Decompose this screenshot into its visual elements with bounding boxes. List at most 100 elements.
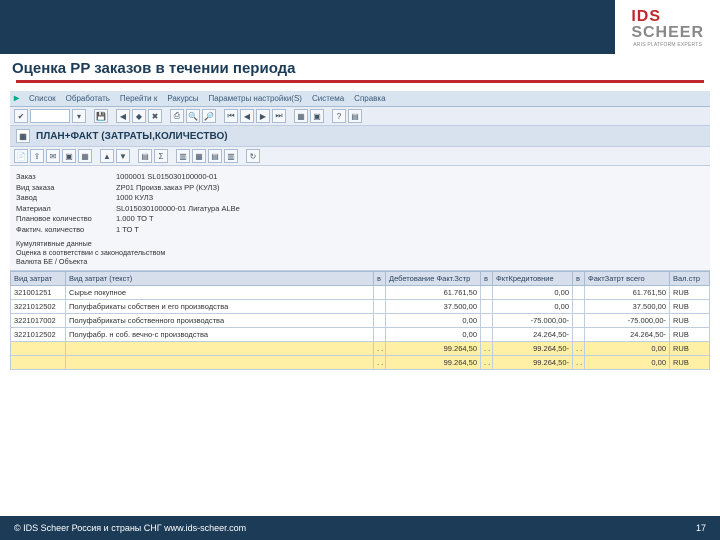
detail-row: Вид заказаZP01 Произв.заказ PP (КУЛЗ) <box>16 183 704 192</box>
export-icon[interactable]: ⇪ <box>30 149 44 163</box>
help-icon[interactable]: ? <box>332 109 346 123</box>
table-row[interactable]: 321001251Сырье покупное61.761,500,0061.7… <box>11 285 710 299</box>
table-cell: RUB <box>670 285 710 299</box>
save-icon[interactable]: 💾 <box>94 109 108 123</box>
table-cell: 0,00 <box>493 285 573 299</box>
menu-help[interactable]: Справка <box>354 94 385 103</box>
table-cell <box>481 299 493 313</box>
last-page-icon[interactable]: ⏭ <box>272 109 286 123</box>
detail-value: 1.000 ТО Т <box>116 214 704 223</box>
table-row[interactable]: . .99.264,50. .99.264,50-. .0,00RUB <box>11 341 710 355</box>
command-input[interactable] <box>30 109 70 123</box>
col-icon[interactable]: ▦ <box>78 149 92 163</box>
detail-row: МатериалSL015030100000-01 Лигатура ALBe <box>16 204 704 213</box>
menu-goto[interactable]: Перейти к <box>120 94 157 103</box>
slide-footer: © IDS Scheer Россия и страны СНГ www.ids… <box>0 516 720 540</box>
col-header[interactable]: Вид затрат (текст) <box>66 271 374 285</box>
logo-text-1: IDS <box>631 8 661 25</box>
col-header[interactable]: Дебетование Факт.Зстр <box>386 271 481 285</box>
cumulative-block: Кумулятивные данные Оценка в соответстви… <box>16 239 704 266</box>
section-title: ▦ ПЛАН+ФАКТ (ЗАТРАТЫ,КОЛИЧЕСТВО) <box>10 126 710 146</box>
table-cell: 24.264,50- <box>493 327 573 341</box>
cum-line2: Оценка в соответствии с законодательство… <box>16 248 704 257</box>
logo-tagline: ARIS PLATFORM EXPERTS <box>633 42 702 48</box>
filter-icon[interactable]: ▤ <box>138 149 152 163</box>
table-cell: . . <box>374 341 386 355</box>
col-header[interactable]: ФактЗатрт всего <box>585 271 670 285</box>
detail-label: Вид заказа <box>16 183 116 192</box>
chart-icon[interactable]: ▥ <box>176 149 190 163</box>
sort-asc-icon[interactable]: ▲ <box>100 149 114 163</box>
next-page-icon[interactable]: ▶ <box>256 109 270 123</box>
detail-row: Завод1000 КУЛЗ <box>16 193 704 202</box>
detail-row: Фактич. количество1 ТО Т <box>16 225 704 234</box>
table-cell: 61.761,50 <box>585 285 670 299</box>
detail-value: 1000001 SL015030100000-01 <box>116 172 704 181</box>
doc-icon[interactable]: 📄 <box>14 149 28 163</box>
find-next-icon[interactable]: 🔎 <box>202 109 216 123</box>
col-header[interactable]: Вид затрат <box>11 271 66 285</box>
table-cell: . . <box>481 355 493 369</box>
print-icon[interactable]: ⎙ <box>170 109 184 123</box>
dropdown-icon[interactable]: ▾ <box>72 109 86 123</box>
menu-edit[interactable]: Обработать <box>66 94 110 103</box>
table-row[interactable]: 3221012502Полуфабр. н соб. вечно-c произ… <box>11 327 710 341</box>
table-cell: RUB <box>670 327 710 341</box>
table-cell: -75.000,00- <box>493 313 573 327</box>
detail-label: Завод <box>16 193 116 202</box>
col-header[interactable]: в <box>374 271 386 285</box>
detail-icon[interactable]: ▣ <box>62 149 76 163</box>
menu-settings[interactable]: Параметры настройки(S) <box>209 94 302 103</box>
table-row[interactable]: 3221017002Полуфабрикаты собственного про… <box>11 313 710 327</box>
menu-system[interactable]: Система <box>312 94 344 103</box>
col-header[interactable]: Вал.стр <box>670 271 710 285</box>
grid-icon[interactable]: ▦ <box>192 149 206 163</box>
col-header[interactable]: в <box>573 271 585 285</box>
col-header[interactable]: в <box>481 271 493 285</box>
table-cell: Полуфабр. н соб. вечно-c производства <box>66 327 374 341</box>
prev-page-icon[interactable]: ◀ <box>240 109 254 123</box>
new-session-icon[interactable]: ▦ <box>294 109 308 123</box>
find-icon[interactable]: 🔍 <box>186 109 200 123</box>
cum-line3: Валюта БЕ / Объекта <box>16 257 704 266</box>
mail-icon[interactable]: ✉ <box>46 149 60 163</box>
back-icon[interactable]: ◀ <box>116 109 130 123</box>
detail-label: Фактич. количество <box>16 225 116 234</box>
table-cell <box>374 327 386 341</box>
col3-icon[interactable]: ▥ <box>224 149 238 163</box>
shortcut-icon[interactable]: ▣ <box>310 109 324 123</box>
sum-icon[interactable]: Σ <box>154 149 168 163</box>
refresh-icon[interactable]: ↻ <box>246 149 260 163</box>
table-cell <box>374 299 386 313</box>
col2-icon[interactable]: ▤ <box>208 149 222 163</box>
exit-icon[interactable]: ◆ <box>132 109 146 123</box>
section-title-text: ПЛАН+ФАКТ (ЗАТРАТЫ,КОЛИЧЕСТВО) <box>36 131 228 142</box>
first-page-icon[interactable]: ⏮ <box>224 109 238 123</box>
table-cell: RUB <box>670 355 710 369</box>
overview-icon[interactable]: ▦ <box>16 129 30 143</box>
detail-label: Заказ <box>16 172 116 181</box>
table-cell: 99.264,50 <box>386 355 481 369</box>
table-cell <box>573 299 585 313</box>
table-row[interactable]: 3221012502Полуфабрикаты собствен и его п… <box>11 299 710 313</box>
table-cell: 24.264,50- <box>585 327 670 341</box>
col-header[interactable]: ФктКредитовние <box>493 271 573 285</box>
table-cell <box>573 285 585 299</box>
ok-button[interactable]: ✔ <box>14 109 28 123</box>
sort-desc-icon[interactable]: ▼ <box>116 149 130 163</box>
table-cell <box>573 313 585 327</box>
cancel-icon[interactable]: ✖ <box>148 109 162 123</box>
detail-row: Заказ1000001 SL015030100000-01 <box>16 172 704 181</box>
detail-value: 1000 КУЛЗ <box>116 193 704 202</box>
table-cell <box>481 313 493 327</box>
table-cell: 0,00 <box>386 313 481 327</box>
menu-views[interactable]: Ракурсы <box>167 94 198 103</box>
slide-header: IDS SCHEER ARIS PLATFORM EXPERTS <box>0 0 720 54</box>
toolbar-secondary: 📄 ⇪ ✉ ▣ ▦ ▲ ▼ ▤ Σ ▥ ▦ ▤ ▥ ↻ <box>10 146 710 166</box>
menu-list[interactable]: Список <box>29 94 56 103</box>
logo-text-2: SCHEER <box>631 24 704 41</box>
system-menu-icon[interactable]: ▸ <box>14 93 19 104</box>
layout-icon[interactable]: ▤ <box>348 109 362 123</box>
table-row[interactable]: . .99.264,50. .99.264,50-. .0,00RUB <box>11 355 710 369</box>
accent-bar <box>16 80 704 83</box>
